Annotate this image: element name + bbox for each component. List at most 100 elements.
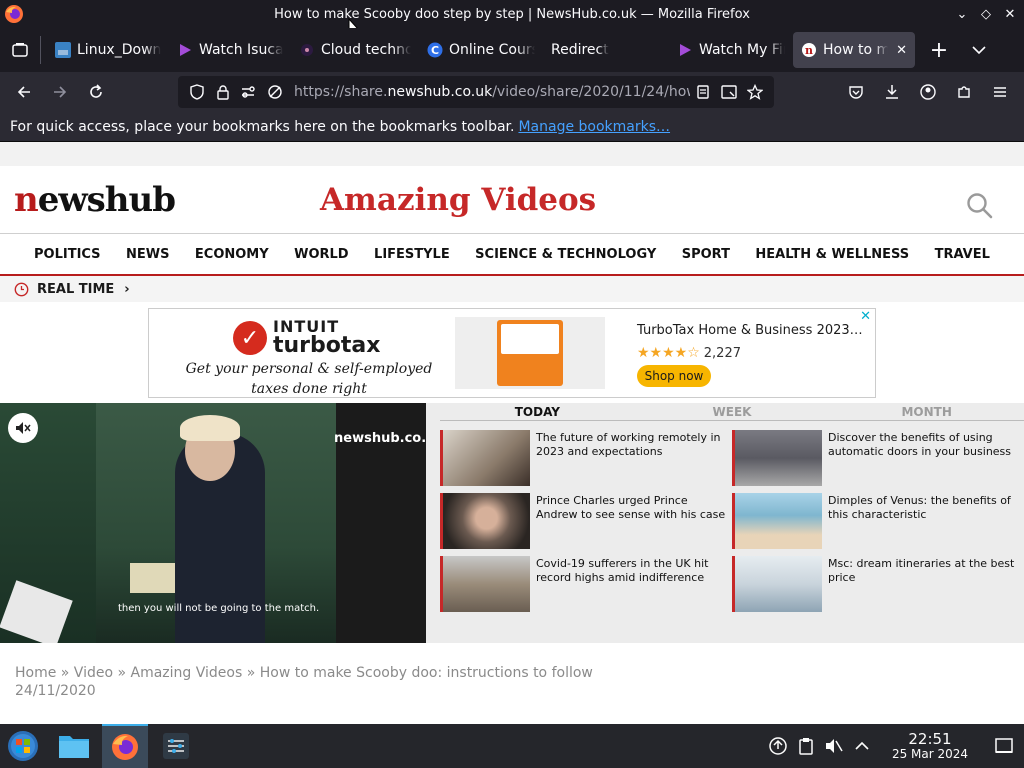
file-manager-button[interactable] [51, 724, 97, 768]
tab-redirect[interactable]: Redirect [543, 32, 669, 68]
settings-sliders-icon [163, 733, 189, 759]
tab-close-icon[interactable]: ✕ [896, 43, 907, 58]
app-menu-button[interactable] [982, 74, 1018, 110]
clipboard-icon[interactable] [792, 724, 820, 768]
ad-rating: ★★★★☆ 2,227 [637, 345, 741, 361]
article-thumbnail [440, 430, 530, 486]
tray-expand-chevron-icon[interactable] [848, 724, 876, 768]
update-notifier-icon[interactable] [764, 724, 792, 768]
article-title[interactable]: Dimples of Venus: the benefits of this c… [828, 493, 1022, 549]
tab-month[interactable]: MONTH [829, 403, 1024, 420]
maximize-icon[interactable]: ◇ [978, 4, 994, 24]
article-title[interactable]: Discover the benefits of using automatic… [828, 430, 1022, 486]
forward-button[interactable] [42, 74, 78, 110]
video-player[interactable]: newshub.co.uk then you will not be going… [0, 403, 426, 643]
article-title[interactable]: Prince Charles urged Prince Andrew to se… [536, 493, 730, 549]
firefox-logo-icon [5, 5, 23, 23]
volume-muted-icon[interactable] [820, 724, 848, 768]
play-favicon-icon [677, 42, 693, 58]
article-card[interactable]: Covid-19 sufferers in the UK hit record … [440, 556, 730, 612]
tab-newshub-active[interactable]: n How to ma ✕ [793, 32, 915, 68]
article-card[interactable]: Msc: dream itineraries at the best price [732, 556, 1022, 612]
article-title[interactable]: Msc: dream itineraries at the best price [828, 556, 1022, 612]
show-desktop-button[interactable] [984, 724, 1024, 768]
search-icon[interactable] [966, 192, 994, 220]
reader-view-icon[interactable] [690, 79, 716, 105]
tab-watch-isuca[interactable]: Watch Isuca [169, 32, 291, 68]
bookmarks-message: For quick access, place your bookmarks h… [10, 118, 515, 135]
article-thumbnail [732, 430, 822, 486]
ad-product-title[interactable]: TurboTax Home & Business 2023… [637, 323, 863, 338]
extensions-button[interactable] [946, 74, 982, 110]
autoplay-blocked-icon[interactable] [262, 79, 288, 105]
article-thumbnail [732, 493, 822, 549]
mute-button[interactable] [8, 413, 38, 443]
downloads-button[interactable] [874, 74, 910, 110]
tab-watch-my-first[interactable]: Watch My Fir [669, 32, 793, 68]
nav-item-health-wellness[interactable]: HEALTH & WELLNESS [755, 247, 909, 262]
back-button[interactable] [6, 74, 42, 110]
account-button[interactable] [910, 74, 946, 110]
shop-now-button[interactable]: Shop now [637, 365, 711, 387]
video-speaker-hair [180, 415, 240, 441]
firefox-taskbar-button[interactable] [102, 724, 148, 768]
manage-bookmarks-link[interactable]: Manage bookmarks… [518, 119, 670, 135]
reload-button[interactable] [78, 74, 114, 110]
translate-icon[interactable] [716, 79, 742, 105]
real-time-bar[interactable]: REAL TIME › [0, 276, 1024, 302]
top-strip [0, 142, 1024, 166]
nav-item-politics[interactable]: POLITICS [34, 247, 101, 262]
nav-item-sport[interactable]: SPORT [682, 247, 730, 262]
nav-item-lifestyle[interactable]: LIFESTYLE [374, 247, 450, 262]
new-tab-button[interactable]: + [919, 28, 959, 72]
tab-linux-downloads[interactable]: Linux_Downl [47, 32, 169, 68]
list-all-tabs-button[interactable] [959, 28, 999, 72]
nav-item-science-technology[interactable]: SCIENCE & TECHNOLOGY [475, 247, 656, 262]
tab-cloud-technology[interactable]: Cloud techno [291, 32, 419, 68]
clock[interactable]: 22:51 25 Mar 2024 [880, 731, 980, 761]
ad-close-icon[interactable]: ✕ [860, 309, 871, 324]
trending-tabs: TODAY WEEK MONTH [440, 403, 1024, 421]
pocket-button[interactable] [838, 74, 874, 110]
url-text[interactable]: https://share.newshub.co.uk/video/share/… [294, 84, 690, 100]
article-card[interactable]: Dimples of Venus: the benefits of this c… [732, 493, 1022, 549]
tab-today[interactable]: TODAY [440, 403, 635, 420]
video-watermark: newshub.co.uk [334, 431, 426, 446]
breadcrumb[interactable]: Home » Video » Amazing Videos » How to m… [15, 663, 593, 683]
start-menu-button[interactable] [0, 724, 46, 768]
tab-label: Redirect [551, 42, 609, 58]
bookmark-star-icon[interactable] [742, 79, 768, 105]
newshub-logo[interactable]: newshub [14, 180, 176, 220]
article-thumbnail [732, 556, 822, 612]
nav-item-travel[interactable]: TRAVEL [935, 247, 990, 262]
intuit-turbotax-logo: ✓ INTUIT turbotax [233, 319, 380, 357]
firefox-view-button[interactable] [0, 28, 40, 72]
bookmarks-toolbar: For quick access, place your bookmarks h… [0, 112, 1024, 142]
star-rating-icon: ★★★★☆ [637, 345, 700, 361]
article-title[interactable]: The future of working remotely in 2023 a… [536, 430, 730, 486]
close-icon[interactable]: ✕ [1002, 4, 1018, 24]
url-bar[interactable]: https://share.newshub.co.uk/video/share/… [178, 76, 774, 108]
nav-item-economy[interactable]: ECONOMY [195, 247, 269, 262]
nav-item-world[interactable]: WORLD [294, 247, 348, 262]
lock-icon[interactable] [210, 79, 236, 105]
article-card[interactable]: Prince Charles urged Prince Andrew to se… [440, 493, 730, 549]
turbotax-box-image [497, 320, 563, 386]
turbotax-ad-banner[interactable]: ✓ INTUIT turbotax Get your personal & se… [148, 308, 876, 398]
system-settings-button[interactable] [153, 724, 199, 768]
publish-date: 24/11/2020 [15, 683, 96, 699]
cloud-favicon-icon [299, 42, 315, 58]
site-header: newshub Amazing Videos [0, 166, 1024, 234]
article-card[interactable]: Discover the benefits of using automatic… [732, 430, 1022, 486]
logo-letter: n [14, 180, 39, 220]
permissions-icon[interactable] [236, 79, 262, 105]
c-favicon-icon: C [427, 42, 443, 58]
tracking-protection-shield-icon[interactable] [184, 79, 210, 105]
tab-online-courses[interactable]: C Online Cours [419, 32, 543, 68]
article-card[interactable]: The future of working remotely in 2023 a… [440, 430, 730, 486]
tab-week[interactable]: WEEK [635, 403, 830, 420]
article-title[interactable]: Covid-19 sufferers in the UK hit record … [536, 556, 730, 612]
minimize-icon[interactable]: ⌄ [954, 4, 970, 24]
article-thumbnail [440, 493, 530, 549]
nav-item-news[interactable]: NEWS [126, 247, 169, 262]
